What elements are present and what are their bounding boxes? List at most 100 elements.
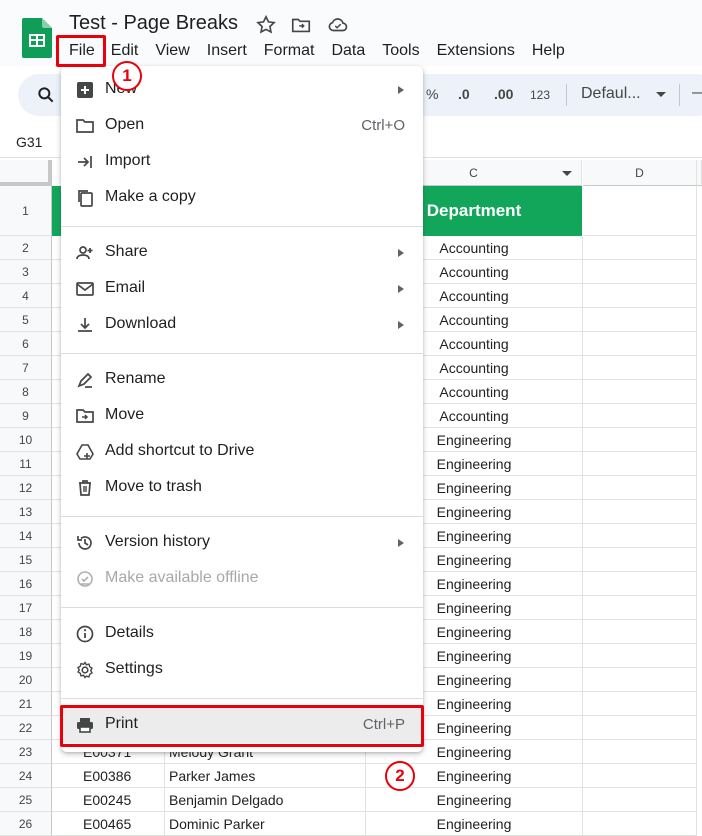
row-header[interactable]: 17: [0, 596, 52, 620]
row-header[interactable]: 7: [0, 356, 52, 380]
cell[interactable]: [583, 500, 697, 524]
cloud-saved-icon[interactable]: [327, 14, 349, 36]
cell[interactable]: [583, 428, 697, 452]
menu-item-download[interactable]: Download: [61, 307, 423, 343]
select-all-corner[interactable]: [0, 160, 52, 186]
row-header[interactable]: 25: [0, 788, 52, 812]
menu-data[interactable]: Data: [331, 40, 365, 64]
cell[interactable]: [583, 284, 697, 308]
cell-employee-name[interactable]: Dominic Parker: [165, 812, 366, 836]
cell[interactable]: [583, 186, 697, 236]
row-header[interactable]: 5: [0, 308, 52, 332]
cell[interactable]: [583, 620, 697, 644]
column-header-e[interactable]: [697, 160, 702, 186]
row-header[interactable]: 21: [0, 692, 52, 716]
menu-item-make-copy[interactable]: Make a copy: [61, 180, 423, 216]
cell-department[interactable]: Engineering: [366, 788, 583, 812]
menu-item-import[interactable]: Import: [61, 144, 423, 180]
menu-item-move[interactable]: Move: [61, 398, 423, 434]
cell[interactable]: [583, 236, 697, 260]
cell[interactable]: [583, 548, 697, 572]
menu-insert[interactable]: Insert: [207, 40, 247, 64]
star-icon[interactable]: [255, 14, 277, 36]
column-header-d[interactable]: D: [583, 160, 697, 186]
row-header[interactable]: 20: [0, 668, 52, 692]
row-header[interactable]: 23: [0, 740, 52, 764]
cell[interactable]: [583, 380, 697, 404]
cell[interactable]: [583, 812, 697, 836]
row-header[interactable]: 8: [0, 380, 52, 404]
menu-help[interactable]: Help: [532, 40, 565, 64]
row-header[interactable]: 14: [0, 524, 52, 548]
font-family-select[interactable]: Defaul...: [581, 85, 641, 103]
menu-item-email[interactable]: Email: [61, 271, 423, 307]
decrease-decimal-button[interactable]: .0: [458, 86, 470, 102]
menu-item-rename[interactable]: Rename: [61, 362, 423, 398]
cell-employee-name[interactable]: Benjamin Delgado: [165, 788, 366, 812]
row-header[interactable]: 9: [0, 404, 52, 428]
cell[interactable]: [583, 476, 697, 500]
cell[interactable]: [583, 308, 697, 332]
format-percent-button[interactable]: %: [426, 86, 438, 102]
cell[interactable]: [583, 572, 697, 596]
row-header[interactable]: 12: [0, 476, 52, 500]
cell-employee-id[interactable]: E00465: [52, 812, 165, 836]
row-header[interactable]: 11: [0, 452, 52, 476]
cell-employee-name[interactable]: Parker James: [165, 764, 366, 788]
cell[interactable]: [583, 404, 697, 428]
menu-item-move-to-trash[interactable]: Move to trash: [61, 470, 423, 506]
row-header[interactable]: 4: [0, 284, 52, 308]
row-header[interactable]: 19: [0, 644, 52, 668]
row-header[interactable]: 15: [0, 548, 52, 572]
cell[interactable]: [583, 524, 697, 548]
cell-department[interactable]: Engineering: [366, 812, 583, 836]
increase-decimal-button[interactable]: .00: [494, 86, 513, 102]
row-header[interactable]: 10: [0, 428, 52, 452]
sheets-logo-icon[interactable]: [22, 18, 52, 58]
rename-icon: [77, 372, 93, 388]
row-header[interactable]: 13: [0, 500, 52, 524]
decrease-font-size-button[interactable]: —: [692, 84, 702, 102]
move-folder-icon[interactable]: [290, 14, 312, 36]
name-box[interactable]: G31: [16, 134, 42, 150]
document-title[interactable]: Test - Page Breaks: [69, 12, 238, 35]
row-header[interactable]: 26: [0, 812, 52, 836]
number-format-button[interactable]: 123: [530, 88, 550, 102]
menu-item-add-shortcut[interactable]: Add shortcut to Drive: [61, 434, 423, 470]
cell[interactable]: [583, 740, 697, 764]
cell-employee-id[interactable]: E00386: [52, 764, 165, 788]
menu-view[interactable]: View: [155, 40, 189, 64]
menu-extensions[interactable]: Extensions: [437, 40, 515, 64]
cell[interactable]: [583, 644, 697, 668]
cell-employee-id[interactable]: E00245: [52, 788, 165, 812]
menu-item-settings[interactable]: Settings: [61, 652, 423, 688]
row-header[interactable]: 1: [0, 186, 52, 236]
cell[interactable]: [583, 716, 697, 740]
cell[interactable]: [583, 356, 697, 380]
row-header[interactable]: 6: [0, 332, 52, 356]
search-menus-icon[interactable]: [36, 85, 56, 105]
menu-tools[interactable]: Tools: [382, 40, 419, 64]
menu-item-version-history[interactable]: Version history: [61, 525, 423, 561]
menu-item-share[interactable]: Share: [61, 235, 423, 271]
cell[interactable]: [583, 788, 697, 812]
menu-item-details[interactable]: Details: [61, 616, 423, 652]
cell[interactable]: [583, 260, 697, 284]
column-filter-icon[interactable]: [562, 171, 572, 176]
row-header[interactable]: 16: [0, 572, 52, 596]
cell[interactable]: [583, 668, 697, 692]
offline-check-icon: [77, 571, 93, 587]
menu-item-open[interactable]: Open Ctrl+O: [61, 108, 423, 144]
row-header[interactable]: 24: [0, 764, 52, 788]
row-header[interactable]: 3: [0, 260, 52, 284]
row-header[interactable]: 2: [0, 236, 52, 260]
font-dropdown-icon[interactable]: [656, 92, 666, 97]
row-header[interactable]: 22: [0, 716, 52, 740]
cell[interactable]: [583, 596, 697, 620]
cell[interactable]: [583, 452, 697, 476]
cell[interactable]: [583, 764, 697, 788]
menu-format[interactable]: Format: [264, 40, 315, 64]
cell[interactable]: [583, 332, 697, 356]
cell[interactable]: [583, 692, 697, 716]
row-header[interactable]: 18: [0, 620, 52, 644]
